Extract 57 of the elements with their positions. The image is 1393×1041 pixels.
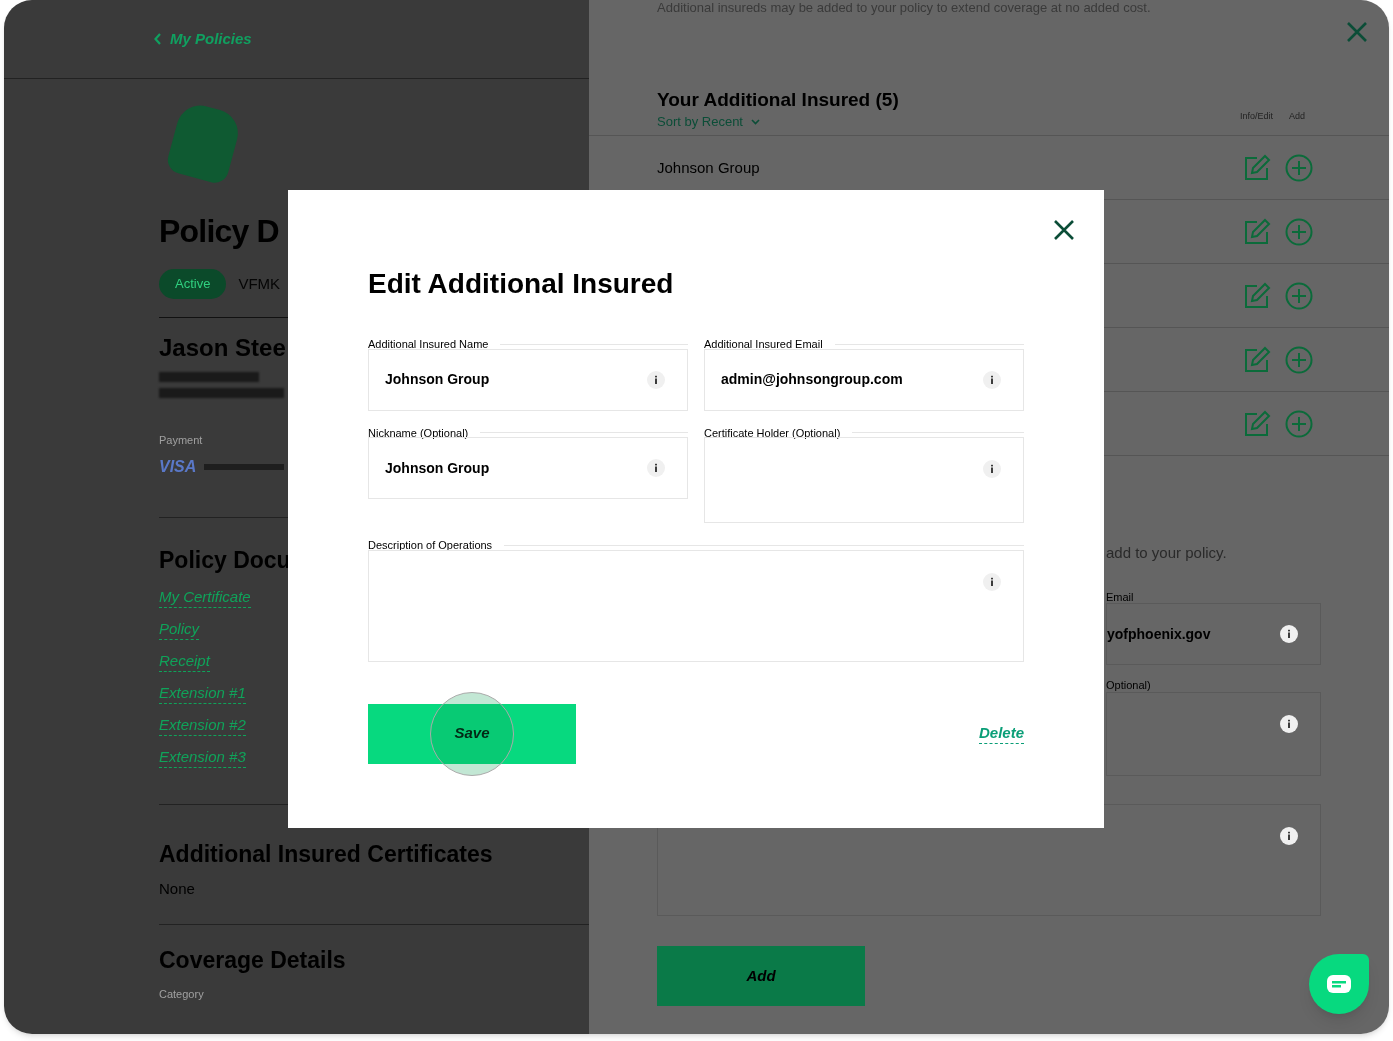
save-button[interactable]: Save — [368, 703, 576, 764]
info-icon[interactable] — [647, 370, 665, 389]
email-field[interactable]: yofphoenix.gov — [1106, 603, 1321, 666]
add-icon[interactable] — [1285, 153, 1313, 182]
modal-title: Edit Additional Insured — [368, 270, 675, 298]
add-button[interactable]: Add — [657, 945, 865, 1006]
add-icon[interactable] — [1285, 281, 1313, 310]
payment-label: Payment — [159, 433, 203, 448]
chevron-down-icon — [751, 118, 760, 125]
certificates-value: None — [159, 878, 195, 899]
info-icon[interactable] — [1280, 625, 1298, 644]
info-icon[interactable] — [1280, 826, 1298, 845]
info-icon[interactable] — [647, 459, 665, 477]
document-link[interactable]: Extension #2 — [159, 713, 246, 736]
text-field[interactable]: Johnson Group — [368, 437, 688, 499]
text-field[interactable]: admin@johnsongroup.com — [704, 348, 1024, 411]
category-label: Category — [159, 987, 204, 1002]
edit-icon[interactable] — [1243, 153, 1271, 182]
status-badge: Active — [159, 269, 227, 299]
edit-icon[interactable] — [1243, 409, 1271, 438]
add-icon[interactable] — [1285, 409, 1313, 438]
document-link[interactable]: My Certificate — [159, 585, 251, 608]
insured-name: Johnson Group — [657, 157, 760, 178]
section-title: Additional Insured Certificates — [159, 842, 493, 866]
document-link[interactable]: Receipt — [159, 649, 210, 672]
column-header: Add — [1289, 109, 1305, 123]
info-icon[interactable] — [983, 370, 1001, 389]
card-brand: VISA — [159, 456, 197, 477]
section-title: Policy Docu — [159, 548, 291, 572]
column-header: Info/Edit — [1239, 109, 1273, 123]
add-icon[interactable] — [1285, 217, 1313, 246]
field-label: Certificate Holder (Optional) — [704, 425, 841, 441]
info-icon[interactable] — [983, 572, 1001, 591]
chevron-left-icon — [154, 33, 162, 45]
field-label: Description of Operations — [368, 538, 493, 553]
document-link[interactable]: Extension #3 — [159, 745, 246, 768]
add-icon[interactable] — [1285, 345, 1313, 374]
edit-icon[interactable] — [1243, 345, 1271, 374]
section-title: Coverage Details — [159, 949, 346, 972]
policyholder-name: Jason Stee — [159, 336, 286, 360]
chat-icon — [1327, 975, 1351, 993]
document-link[interactable]: Policy — [159, 617, 199, 640]
delete-link[interactable]: Delete — [978, 723, 1024, 744]
field-label: Email — [1106, 589, 1135, 605]
close-icon[interactable] — [1054, 220, 1074, 240]
helper-text: add to your policy. — [1106, 543, 1228, 564]
field-label: Optional) — [1106, 678, 1152, 694]
info-icon[interactable] — [983, 460, 1001, 478]
page-title: Policy D — [159, 215, 279, 247]
document-link[interactable]: Extension #1 — [159, 681, 246, 704]
edit-icon[interactable] — [1243, 281, 1271, 310]
back-link[interactable]: My Policies — [154, 27, 252, 51]
info-icon[interactable] — [1280, 714, 1298, 733]
text-field[interactable]: Johnson Group — [368, 348, 688, 411]
edit-icon[interactable] — [1243, 217, 1271, 246]
section-title: Your Additional Insured (5) — [657, 88, 899, 112]
certificate-holder-field[interactable] — [1106, 691, 1321, 776]
